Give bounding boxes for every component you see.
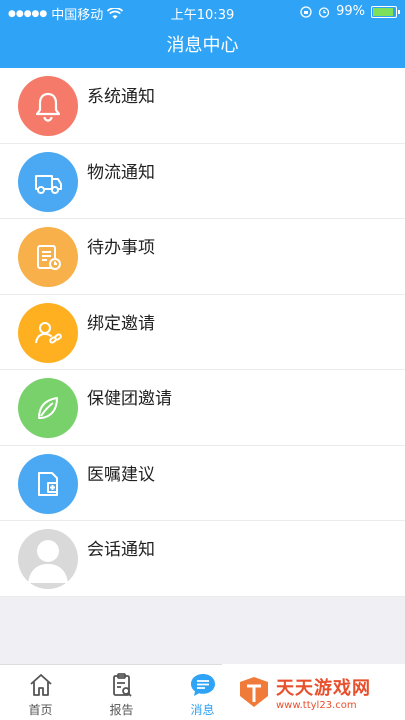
message-icon	[190, 674, 215, 696]
document-add-icon	[18, 453, 78, 514]
watermark-logo-icon	[240, 677, 268, 707]
list-item-chat-notice[interactable]: 会话通知	[0, 521, 405, 597]
todo-list-icon	[18, 227, 78, 287]
list-item-health-team-invite[interactable]: 保健团邀请	[0, 370, 405, 446]
message-category-list: 系统通知 物流通知 待办事项 绑定邀请 保健团邀请 医嘱建议 会话通知	[0, 68, 405, 597]
home-icon	[29, 674, 52, 696]
list-item-label: 绑定邀请	[87, 313, 155, 334]
tab-report[interactable]: 报告	[81, 665, 162, 720]
list-item-logistics-notice[interactable]: 物流通知	[0, 143, 405, 219]
status-right: 99%	[300, 4, 400, 19]
status-bar: ●●●●● 中国移动 上午10:39 99%	[0, 0, 405, 24]
list-item-label: 待办事项	[87, 238, 155, 258]
watermark-text: 天天游戏网 www.ttyl23.com	[276, 674, 371, 711]
list-item-medical-advice[interactable]: 医嘱建议	[0, 445, 405, 521]
leaf-icon	[18, 378, 78, 438]
truck-icon	[18, 151, 78, 212]
bell-icon	[18, 76, 78, 136]
page-title: 消息中心	[0, 24, 405, 68]
watermark: 天天游戏网 www.ttyl23.com	[222, 664, 405, 720]
list-item-label: 会话通知	[87, 540, 155, 560]
tab-label: 消息	[190, 703, 215, 717]
list-item-label: 保健团邀请	[87, 389, 172, 409]
list-item-label: 物流通知	[87, 162, 155, 183]
tab-label: 报告	[109, 703, 134, 717]
list-item-label: 医嘱建议	[87, 464, 155, 485]
list-item-todo[interactable]: 待办事项	[0, 219, 405, 295]
report-icon	[112, 673, 132, 697]
watermark-url: www.ttyl23.com	[276, 699, 357, 711]
watermark-title: 天天游戏网	[276, 677, 371, 699]
list-item-binding-invite[interactable]: 绑定邀请	[0, 294, 405, 370]
list-item-label: 系统通知	[87, 87, 155, 107]
tab-home[interactable]: 首页	[0, 665, 81, 720]
tab-label: 首页	[28, 703, 53, 717]
battery-icon	[371, 5, 400, 18]
battery-percent: 99%	[336, 4, 365, 19]
alarm-icon	[318, 6, 330, 18]
rotation-lock-icon	[300, 5, 312, 18]
list-item-system-notice[interactable]: 系统通知	[0, 68, 405, 144]
person-silhouette-icon	[18, 529, 78, 589]
user-link-icon	[18, 302, 78, 363]
battery-fill	[373, 7, 393, 16]
